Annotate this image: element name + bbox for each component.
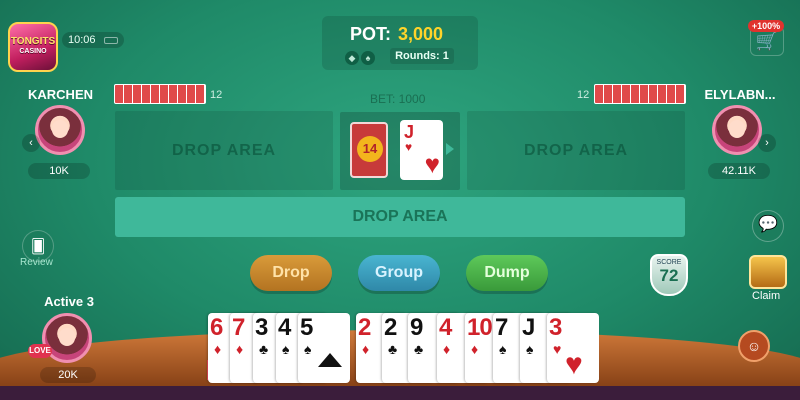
left-player-prev-icon[interactable]: ‹ [22, 134, 40, 152]
right-player-name: ELYLABN... [704, 87, 776, 102]
right-player-next-icon[interactable]: › [758, 134, 776, 152]
card-suit: ♦ [443, 341, 451, 357]
draw-pile-count: 14 [357, 136, 383, 162]
card-rank: 2 [358, 314, 371, 341]
hand-card[interactable]: 5 ♠ [298, 313, 350, 383]
chat-bubble-icon: 💬 [758, 216, 778, 233]
card-suit: ♥ [553, 341, 562, 357]
card-rank: 7 [232, 314, 245, 341]
drop-button[interactable]: Drop [250, 255, 332, 291]
card-rank: 3 [549, 314, 562, 341]
clock-time: 10:06 [68, 34, 96, 46]
left-player-avatar[interactable] [35, 105, 85, 155]
right-player-card-count: 12 [577, 89, 590, 101]
emote-icon: ☺ [746, 338, 762, 354]
left-player-hand-stack [114, 84, 206, 104]
diamond-icon: ◆ [345, 51, 359, 65]
spade-icon: ♠ [361, 51, 375, 65]
cards-icon: 🂠 [30, 238, 46, 254]
left-player-name: KARCHEN [28, 87, 93, 102]
treasure-chest-icon[interactable] [749, 255, 787, 289]
drop-area-right[interactable]: DROP AREA [467, 111, 685, 190]
clock-status: 10:06 [62, 32, 124, 48]
card-rank: 7 [495, 314, 508, 341]
card-suit: ♠ [499, 341, 507, 357]
card-suit: ♦ [236, 341, 244, 357]
love-badge: LOVE [28, 344, 52, 358]
cart-icon: 🛒 [755, 31, 779, 51]
bet-amount: BET: 1000 [370, 92, 426, 106]
card-suit: ♣ [259, 341, 269, 357]
floor-strip [0, 386, 800, 400]
card-rank: 2 [384, 314, 397, 341]
card-suit: ♣ [414, 341, 424, 357]
score-badge: SCORE 72 [650, 254, 688, 296]
card-rank: J [522, 314, 535, 341]
logo-subtext: CASINO [19, 48, 47, 55]
meld-triangle-icon [318, 353, 342, 367]
emote-button[interactable]: ☺ [738, 330, 770, 362]
dump-button[interactable]: Dump [466, 255, 548, 291]
review-label: Review [20, 257, 53, 268]
claim-label[interactable]: Claim [752, 290, 780, 302]
right-player-avatar[interactable] [712, 105, 762, 155]
card-rank: 5 [300, 314, 313, 341]
group-button[interactable]: Group [358, 255, 440, 291]
logo-text: TONGITS [10, 36, 56, 47]
rounds-counter: Rounds: 1 [390, 48, 454, 64]
card-rank: 4 [278, 314, 291, 341]
card-rank: 3 [255, 314, 268, 341]
card-suit: ♠ [282, 341, 290, 357]
self-player-chips: 20K [40, 367, 96, 383]
right-player-hand-stack [594, 84, 686, 104]
card-suit: ♦ [214, 341, 222, 357]
turn-arrow-icon [446, 143, 454, 155]
discard-card-suit-large: ♥ [424, 149, 440, 179]
self-player-name: Active 3 [44, 294, 94, 309]
pot-value: 3,000 [398, 24, 444, 44]
card-suit: ♣ [388, 341, 398, 357]
chat-button[interactable]: 💬 [752, 210, 784, 242]
card-rank: 4 [439, 314, 452, 341]
score-label: SCORE [656, 259, 682, 266]
discard-pile-card[interactable]: J ♥ ♥ [400, 120, 443, 180]
card-rank: 10 [467, 314, 493, 341]
left-player-card-count: 12 [210, 89, 223, 101]
card-suit: ♠ [526, 341, 534, 357]
pot-icons: ◆ ♠ [345, 48, 377, 66]
card-suit: ♠ [304, 341, 312, 357]
card-rank: 9 [410, 314, 423, 341]
discard-card-suit-small: ♥ [405, 140, 413, 154]
card-suit: ♦ [471, 341, 479, 357]
left-player-chips: 10K [28, 163, 90, 179]
card-rank: 6 [210, 314, 223, 341]
heart-suit-icon: ♥ [565, 348, 583, 381]
drop-area-left[interactable]: DROP AREA [115, 111, 333, 190]
pot-label: POT: [350, 24, 392, 44]
score-value: 72 [659, 266, 679, 285]
right-player-chips: 42.11K [708, 163, 770, 179]
drop-area-center[interactable]: DROP AREA [115, 197, 685, 237]
game-logo: TONGITS CASINO [8, 22, 58, 72]
card-suit: ♦ [362, 341, 370, 357]
promo-badge: +100% [748, 20, 784, 32]
battery-icon [104, 37, 118, 44]
